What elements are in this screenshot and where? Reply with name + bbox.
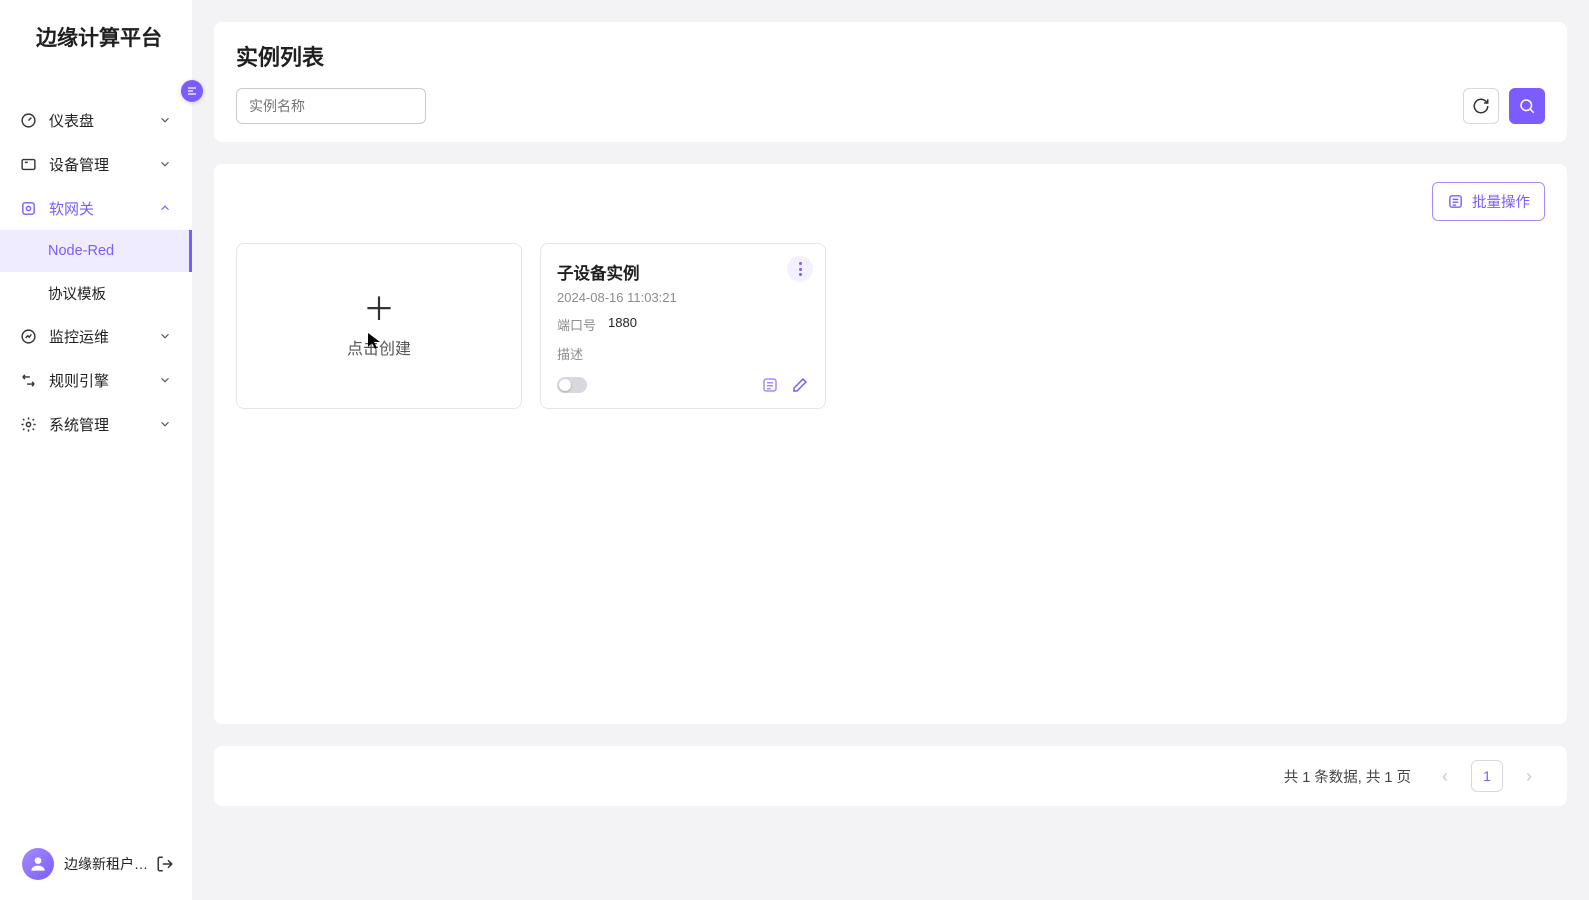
nav-dashboard[interactable]: 仪表盘 (0, 98, 192, 142)
nav-menu: 仪表盘 设备管理 软网关 (0, 74, 192, 832)
nav-label: 规则引擎 (49, 370, 109, 391)
avatar[interactable] (22, 848, 54, 880)
header-panel: 实例列表 (214, 22, 1567, 142)
chevron-up-icon (158, 201, 172, 215)
next-page-button[interactable]: › (1513, 760, 1545, 792)
nav-sub-label: Node-Red (48, 243, 114, 259)
nav-label: 系统管理 (49, 414, 109, 435)
nav-system[interactable]: 系统管理 (0, 402, 192, 446)
search-button[interactable] (1509, 88, 1545, 124)
detail-button[interactable] (761, 376, 779, 394)
gear-icon (20, 416, 37, 433)
desc-label: 描述 (557, 344, 583, 363)
instance-name: 子设备实例 (557, 260, 809, 284)
nav-gateway-sub: Node-Red 协议模板 (0, 230, 192, 314)
port-value: 1880 (608, 315, 637, 334)
nav-label: 设备管理 (49, 154, 109, 175)
create-label: 点击创建 (347, 335, 411, 359)
nav-monitor[interactable]: 监控运维 (0, 314, 192, 358)
gauge-icon (20, 112, 37, 129)
card-menu-button[interactable] (787, 256, 813, 282)
page-number[interactable]: 1 (1471, 760, 1503, 792)
chevron-down-icon (158, 113, 172, 127)
nav-label: 软网关 (49, 198, 94, 219)
edit-button[interactable] (791, 376, 809, 394)
sidebar: 边缘计算平台 仪表盘 设备管理 (0, 0, 192, 900)
instance-timestamp: 2024-08-16 11:03:21 (557, 290, 809, 305)
nav-node-red[interactable]: Node-Red (0, 230, 192, 272)
gateway-icon (20, 200, 37, 217)
port-label: 端口号 (557, 315, 596, 334)
sidebar-collapse-button[interactable] (181, 80, 203, 102)
brand-title: 边缘计算平台 (0, 0, 192, 74)
nav-gateway[interactable]: 软网关 (0, 186, 192, 230)
pagination-summary: 共 1 条数据, 共 1 页 (1284, 766, 1411, 787)
page-title: 实例列表 (236, 40, 324, 72)
batch-icon (1447, 193, 1464, 210)
user-name: 边缘新租户管… (64, 854, 148, 874)
chevron-down-icon (158, 329, 172, 343)
nav-device[interactable]: 设备管理 (0, 142, 192, 186)
prev-page-button[interactable]: ‹ (1429, 760, 1461, 792)
rules-icon (20, 372, 37, 389)
instance-grid-panel: 批量操作 ＋ 点击创建 子设备实例 2024-08-16 11:03:21 端 (214, 164, 1567, 724)
plus-icon: ＋ (363, 293, 395, 325)
dots-icon (799, 262, 802, 276)
refresh-icon (1472, 97, 1490, 115)
logout-icon (156, 855, 174, 873)
refresh-button[interactable] (1463, 88, 1499, 124)
instance-card: 子设备实例 2024-08-16 11:03:21 端口号 1880 描述 (540, 243, 826, 409)
edit-icon (791, 376, 809, 394)
nav-rules[interactable]: 规则引擎 (0, 358, 192, 402)
main-content: 实例列表 批量操作 (192, 0, 1589, 900)
logout-button[interactable] (156, 855, 174, 873)
avatar-icon (28, 854, 48, 874)
pagination-bar: 共 1 条数据, 共 1 页 ‹ 1 › (214, 746, 1567, 806)
create-instance-card[interactable]: ＋ 点击创建 (236, 243, 522, 409)
detail-icon (761, 376, 779, 394)
nav-label: 仪表盘 (49, 110, 94, 131)
nav-protocol-template[interactable]: 协议模板 (0, 272, 192, 314)
enable-toggle[interactable] (557, 377, 587, 393)
collapse-icon (186, 85, 198, 97)
nav-sub-label: 协议模板 (48, 283, 106, 304)
user-row: 边缘新租户管… (0, 832, 192, 900)
device-icon (20, 156, 37, 173)
search-icon (1518, 97, 1536, 115)
nav-label: 监控运维 (49, 326, 109, 347)
chevron-down-icon (158, 417, 172, 431)
search-input[interactable] (236, 88, 426, 124)
chevron-down-icon (158, 157, 172, 171)
batch-action-button[interactable]: 批量操作 (1432, 182, 1545, 221)
batch-label: 批量操作 (1472, 191, 1530, 212)
monitor-icon (20, 328, 37, 345)
chevron-down-icon (158, 373, 172, 387)
